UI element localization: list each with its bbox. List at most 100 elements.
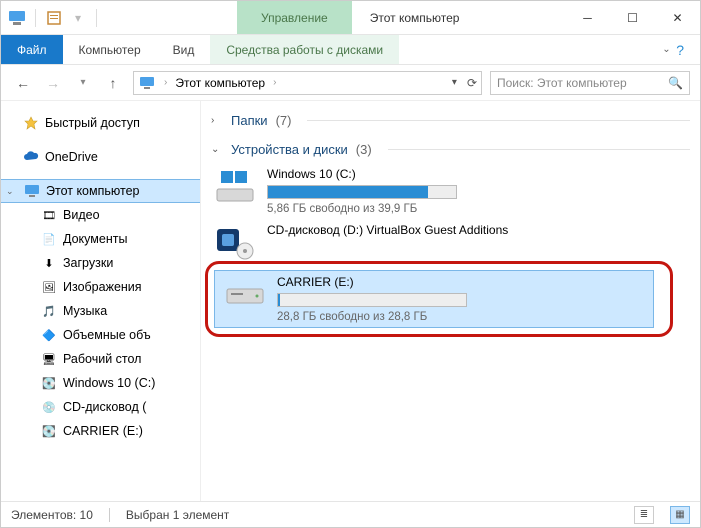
tree-label: OneDrive	[45, 150, 98, 164]
cloud-icon	[23, 149, 39, 165]
desktop-icon: 🖥	[41, 351, 57, 367]
tree-label: Документы	[63, 232, 127, 246]
tree-drive-cd[interactable]: 💿CD-дисковод (	[1, 395, 200, 419]
group-folders[interactable]: › Папки (7)	[205, 105, 692, 134]
undo-icon[interactable]: ▾	[68, 8, 88, 28]
film-icon: 🎞	[41, 207, 57, 223]
separator	[109, 508, 110, 522]
drive-item-cd[interactable]: CD-дисковод (D:) VirtualBox Guest Additi…	[205, 219, 645, 267]
quick-access-toolbar: ▾	[1, 1, 107, 34]
tree-desktop[interactable]: 🖥 Рабочий стол	[1, 347, 200, 371]
tree-drive-e[interactable]: 💽CARRIER (E:)	[1, 419, 200, 443]
tree-pictures[interactable]: 🖼Изображения	[1, 275, 200, 299]
tree-music[interactable]: 🎵 Музыка	[1, 299, 200, 323]
status-selection: Выбран 1 элемент	[126, 508, 229, 522]
tree-documents[interactable]: 📄 Документы	[1, 227, 200, 251]
content-pane: › Папки (7) ⌄ Устройства и диски (3) Win…	[201, 101, 700, 501]
forward-button[interactable]: →	[41, 75, 65, 91]
search-box[interactable]: Поиск: Этот компьютер 🔍	[490, 71, 690, 95]
tree-label: Загрузки	[63, 256, 113, 270]
tree-label: Музыка	[63, 304, 107, 318]
address-segment[interactable]: Этот компьютер	[175, 76, 265, 90]
drive-name: Windows 10 (C:)	[267, 167, 637, 181]
group-label: Устройства и диски	[231, 142, 348, 157]
music-icon: 🎵	[41, 303, 57, 319]
drive-info: Windows 10 (C:) 5,86 ГБ свободно из 39,9…	[267, 167, 637, 215]
tree-quick-access[interactable]: Быстрый доступ	[1, 111, 200, 135]
close-button[interactable]: ✕	[655, 1, 700, 34]
view-details-icon[interactable]: ≣	[634, 506, 654, 524]
star-icon	[23, 115, 39, 131]
recent-locations-dropdown[interactable]: ▾	[71, 77, 95, 88]
dropdown-icon[interactable]: ▾	[452, 77, 457, 88]
properties-icon[interactable]	[44, 8, 64, 28]
view-tiles-icon[interactable]: ▦	[670, 506, 690, 524]
drive-free-text: 28,8 ГБ свободно из 28,8 ГБ	[277, 311, 645, 323]
chevron-right-icon[interactable]: ›	[269, 77, 280, 88]
drive-info: CD-дисковод (D:) VirtualBox Guest Additi…	[267, 223, 637, 241]
usage-bar	[277, 293, 467, 307]
title-bar: ▾ Управление Этот компьютер ─ ☐ ✕	[1, 1, 700, 35]
back-button[interactable]: ←	[11, 75, 35, 91]
nav-tree: Быстрый доступ OneDrive ⌄ Этот компьютер…	[1, 101, 201, 501]
ribbon-contextual-group: Управление	[237, 1, 352, 34]
up-button[interactable]: ↑	[101, 75, 125, 91]
tree-downloads[interactable]: ⬇Загрузки	[1, 251, 200, 275]
drive-info: CARRIER (E:) 28,8 ГБ свободно из 28,8 ГБ	[277, 275, 645, 323]
tree-label: Объемные объ	[63, 328, 151, 342]
status-item-count: Элементов: 10	[11, 508, 93, 522]
tree-label: Рабочий стол	[63, 352, 141, 366]
refresh-icon[interactable]: ⟳	[467, 76, 477, 90]
ribbon-tabs: Файл Компьютер Вид Средства работы с дис…	[1, 35, 700, 65]
drive-windows-icon	[213, 167, 257, 207]
drive-item-e[interactable]: CARRIER (E:) 28,8 ГБ свободно из 28,8 ГБ	[214, 270, 654, 328]
maximize-button[interactable]: ☐	[610, 1, 655, 34]
this-pc-icon	[24, 183, 40, 199]
drive-item-c[interactable]: Windows 10 (C:) 5,86 ГБ свободно из 39,9…	[205, 163, 645, 219]
tab-computer[interactable]: Компьютер	[63, 35, 157, 64]
tree-label: Быстрый доступ	[45, 116, 140, 130]
expander-icon[interactable]: ⌄	[6, 186, 18, 197]
tab-drive-tools[interactable]: Средства работы с дисками	[210, 35, 399, 64]
context-tab-manage[interactable]: Управление	[237, 1, 352, 34]
group-label: Папки	[231, 113, 268, 128]
tree-label: Изображения	[63, 280, 142, 294]
minimize-button[interactable]: ─	[565, 1, 610, 34]
annotation-highlight: CARRIER (E:) 28,8 ГБ свободно из 28,8 ГБ	[205, 261, 673, 337]
tree-onedrive[interactable]: OneDrive	[1, 145, 200, 169]
app-icon	[7, 8, 27, 28]
group-count: (7)	[276, 113, 292, 128]
tree-this-pc[interactable]: ⌄ Этот компьютер	[1, 179, 200, 203]
document-icon: 📄	[41, 231, 57, 247]
disc-icon: 💿	[41, 399, 57, 415]
cube-icon: 🔷	[41, 327, 57, 343]
tab-view[interactable]: Вид	[157, 35, 211, 64]
group-count: (3)	[356, 142, 372, 157]
tree-3d-objects[interactable]: 🔷 Объемные объ	[1, 323, 200, 347]
search-placeholder: Поиск: Этот компьютер	[497, 76, 627, 90]
tree-label: Видео	[63, 208, 100, 222]
tree-drive-c[interactable]: 💽 Windows 10 (C:)	[1, 371, 200, 395]
chevron-right-icon: ›	[211, 115, 223, 126]
navigation-row: ← → ▾ ↑ › Этот компьютер › ▾ ⟳ Поиск: Эт…	[1, 65, 700, 101]
chevron-right-icon[interactable]: ›	[160, 77, 171, 88]
tab-file[interactable]: Файл	[1, 35, 63, 64]
this-pc-icon	[138, 74, 156, 92]
body: Быстрый доступ OneDrive ⌄ Этот компьютер…	[1, 101, 700, 501]
tree-label: Windows 10 (C:)	[63, 376, 155, 390]
tree-videos[interactable]: 🎞 Видео	[1, 203, 200, 227]
status-bar: Элементов: 10 Выбран 1 элемент ≣ ▦	[1, 501, 700, 527]
window-title: Этот компьютер	[352, 1, 565, 34]
drive-free-text: 5,86 ГБ свободно из 39,9 ГБ	[267, 203, 637, 215]
search-icon: 🔍	[668, 76, 683, 90]
disc-vbox-icon	[213, 223, 257, 263]
drive-icon: 💽	[41, 375, 57, 391]
tree-label: Этот компьютер	[46, 184, 139, 198]
help-icon[interactable]: ?	[676, 42, 684, 58]
address-bar[interactable]: › Этот компьютер › ▾ ⟳	[133, 71, 482, 95]
separator	[35, 9, 36, 27]
ribbon-expand-toggle[interactable]: ⌄ ?	[662, 35, 700, 64]
group-drives[interactable]: ⌄ Устройства и диски (3)	[205, 134, 692, 163]
chevron-down-icon: ⌄	[211, 144, 223, 155]
drive-icon	[223, 275, 267, 315]
